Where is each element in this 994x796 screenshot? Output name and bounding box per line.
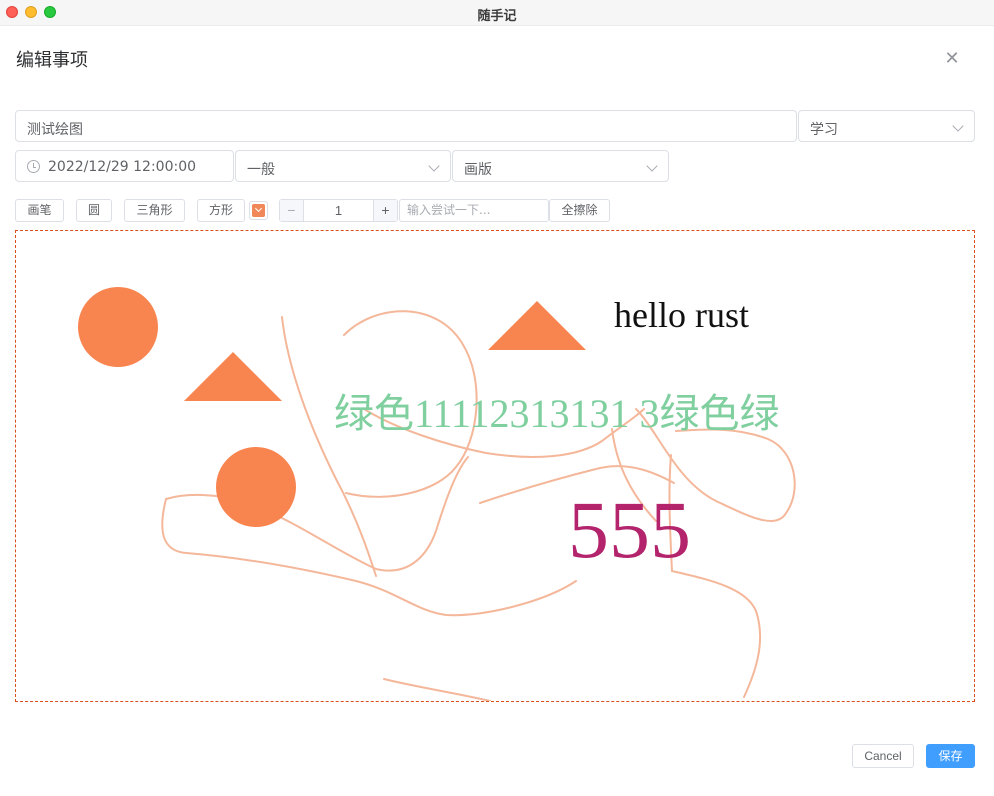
- decrement-button[interactable]: −: [280, 200, 304, 221]
- stroke-width-stepper[interactable]: − 1 +: [279, 199, 398, 222]
- increment-button[interactable]: +: [373, 200, 397, 221]
- clock-icon: [27, 160, 40, 173]
- circle-tool-button[interactable]: 圆: [76, 199, 112, 222]
- level-select-value: 一般: [247, 162, 275, 178]
- clear-all-button[interactable]: 全擦除: [549, 199, 610, 222]
- pen-tool-button[interactable]: 画笔: [15, 199, 64, 222]
- datetime-picker[interactable]: 2022/12/29 12:00:00: [15, 150, 234, 182]
- green-text: 绿色11112313131 3绿色绿: [334, 391, 780, 436]
- chevron-down-icon: [428, 160, 440, 172]
- circle-shape: [78, 287, 158, 367]
- title-input-value: 测试绘图: [27, 122, 83, 138]
- datetime-value: 2022/12/29 12:00:00: [48, 159, 197, 175]
- type-select-value: 画版: [464, 162, 492, 178]
- triangle-shape: [184, 352, 282, 401]
- canvas-drawing: hello rust 绿色11112313131 3绿色绿 555: [78, 287, 796, 701]
- drawing-canvas[interactable]: hello rust 绿色11112313131 3绿色绿 555: [15, 230, 975, 702]
- number-text: 555: [568, 484, 691, 575]
- save-button[interactable]: 保存: [926, 744, 975, 768]
- category-select[interactable]: 学习: [798, 110, 975, 142]
- chevron-down-icon: [952, 120, 964, 132]
- cancel-button[interactable]: Cancel: [852, 744, 914, 768]
- type-select[interactable]: 画版: [452, 150, 669, 182]
- color-swatch: [252, 204, 265, 217]
- hello-text: hello rust: [614, 295, 749, 335]
- window-title: 随手记: [477, 9, 517, 24]
- circle-shape: [216, 447, 296, 527]
- triangle-shape: [488, 301, 586, 350]
- window-titlebar: 随手记: [0, 0, 994, 26]
- close-icon[interactable]: ✕: [942, 48, 962, 68]
- title-input[interactable]: 测试绘图: [15, 110, 797, 142]
- level-select[interactable]: 一般: [235, 150, 451, 182]
- chevron-down-icon: [646, 160, 658, 172]
- category-select-value: 学习: [810, 122, 838, 138]
- color-picker[interactable]: [249, 201, 268, 220]
- dialog-title: 编辑事项: [16, 50, 88, 71]
- stroke-width-value[interactable]: 1: [304, 200, 373, 221]
- canvas-text-input[interactable]: 输入尝试一下...: [399, 199, 549, 222]
- triangle-tool-button[interactable]: 三角形: [124, 199, 185, 222]
- rect-tool-button[interactable]: 方形: [197, 199, 245, 222]
